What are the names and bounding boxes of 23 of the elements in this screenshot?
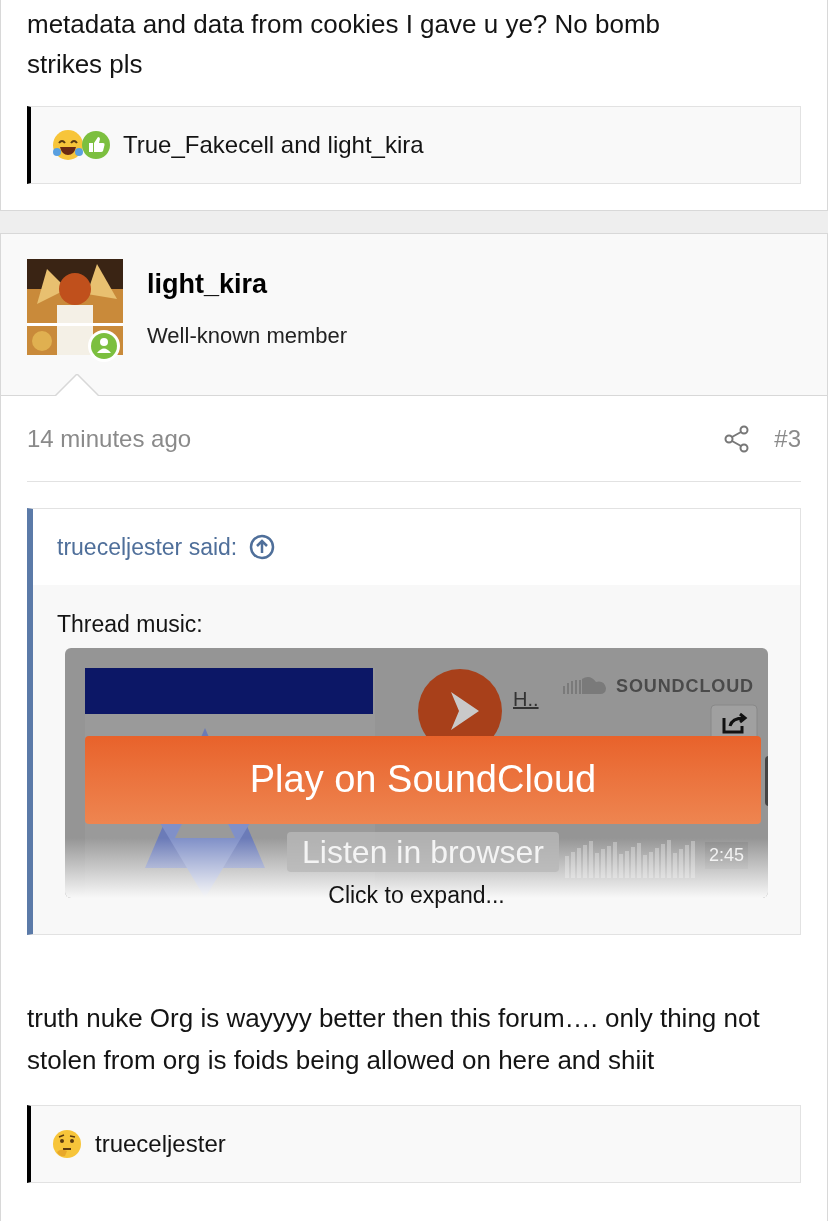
- quote-text: Thread music:: [56, 610, 204, 639]
- post-text-line: metadata and data from cookies I gave u ye? No bomb: [27, 8, 662, 41]
- share-icon[interactable]: [724, 424, 751, 453]
- quote-author-link[interactable]: trueceljester said:: [57, 529, 238, 565]
- share-icon[interactable]: [710, 703, 758, 736]
- soundcloud-brand: SOUNDCLOUD: [616, 674, 754, 698]
- post-text-line: strikes pls: [27, 48, 144, 81]
- track-link[interactable]: H..: [513, 683, 539, 714]
- user-title: Well-known member: [147, 321, 348, 350]
- thinking-emoji-icon: [51, 1128, 83, 1160]
- post-number[interactable]: #3: [774, 420, 801, 457]
- reactions-text[interactable]: True_Fakecell and light_kira: [123, 127, 424, 163]
- play-icon[interactable]: [417, 667, 503, 736]
- username[interactable]: light_kira: [147, 264, 348, 305]
- post-text: truth nuke Org is wayyyy better then this forum…. only thing not stolen from org is foids being allowed on here and shiit: [26, 1002, 761, 1077]
- play-on-soundcloud-button[interactable]: Play on SoundCloud: [85, 735, 761, 824]
- click-to-expand-link[interactable]: Click to expand...: [328, 877, 505, 912]
- laughing-emoji-icon: [51, 128, 85, 162]
- reactions-text[interactable]: trueceljester: [95, 1126, 226, 1162]
- post-time[interactable]: 14 minutes ago: [27, 420, 192, 457]
- track-duration: 2:45: [705, 841, 749, 869]
- thumbs-up-icon: [81, 130, 111, 160]
- arrow-up-circle-icon[interactable]: [249, 534, 276, 560]
